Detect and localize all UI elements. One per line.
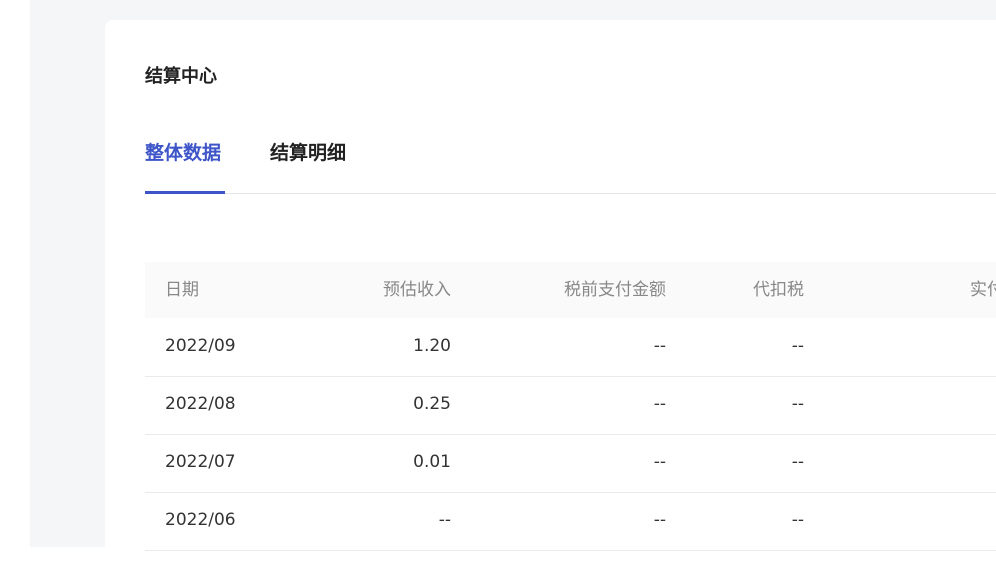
- table-row: 2022/09 1.20 -- --: [145, 318, 996, 377]
- tabs-divider: [145, 193, 996, 194]
- header-pretax-amount: 税前支付金额: [564, 262, 666, 318]
- cell-withholding-tax: --: [792, 434, 804, 491]
- cell-estimated-income: --: [439, 492, 451, 549]
- cell-estimated-income: 0.25: [413, 376, 451, 433]
- header-withholding-tax: 代扣税: [753, 262, 804, 318]
- cell-pretax-amount: --: [654, 434, 666, 491]
- active-tab-indicator: [145, 191, 225, 194]
- cell-withholding-tax: --: [792, 318, 804, 375]
- cell-withholding-tax: --: [792, 492, 804, 549]
- cell-estimated-income: 1.20: [413, 318, 451, 375]
- cell-withholding-tax: --: [792, 376, 804, 433]
- table-row: 2022/06 -- -- --: [145, 492, 996, 551]
- cell-date: 2022/08: [165, 376, 236, 433]
- cell-date: 2022/06: [165, 492, 236, 549]
- sidebar: [0, 0, 30, 547]
- cell-pretax-amount: --: [654, 318, 666, 375]
- table-header: 日期 预估收入 税前支付金额 代扣税 实付: [145, 262, 996, 318]
- table-row: 2022/07 0.01 -- --: [145, 434, 996, 493]
- cell-estimated-income: 0.01: [413, 434, 451, 491]
- header-actual-paid: 实付: [970, 262, 996, 318]
- table-row: 2022/08 0.25 -- --: [145, 376, 996, 435]
- cell-date: 2022/07: [165, 434, 236, 491]
- header-estimated-income: 预估收入: [383, 262, 451, 318]
- cell-pretax-amount: --: [654, 376, 666, 433]
- cell-date: 2022/09: [165, 318, 236, 375]
- cell-pretax-amount: --: [654, 492, 666, 549]
- header-date: 日期: [165, 262, 199, 318]
- page-title: 结算中心: [145, 62, 217, 88]
- tab-overall-data[interactable]: 整体数据: [145, 138, 221, 165]
- tab-settlement-details[interactable]: 结算明细: [270, 138, 346, 165]
